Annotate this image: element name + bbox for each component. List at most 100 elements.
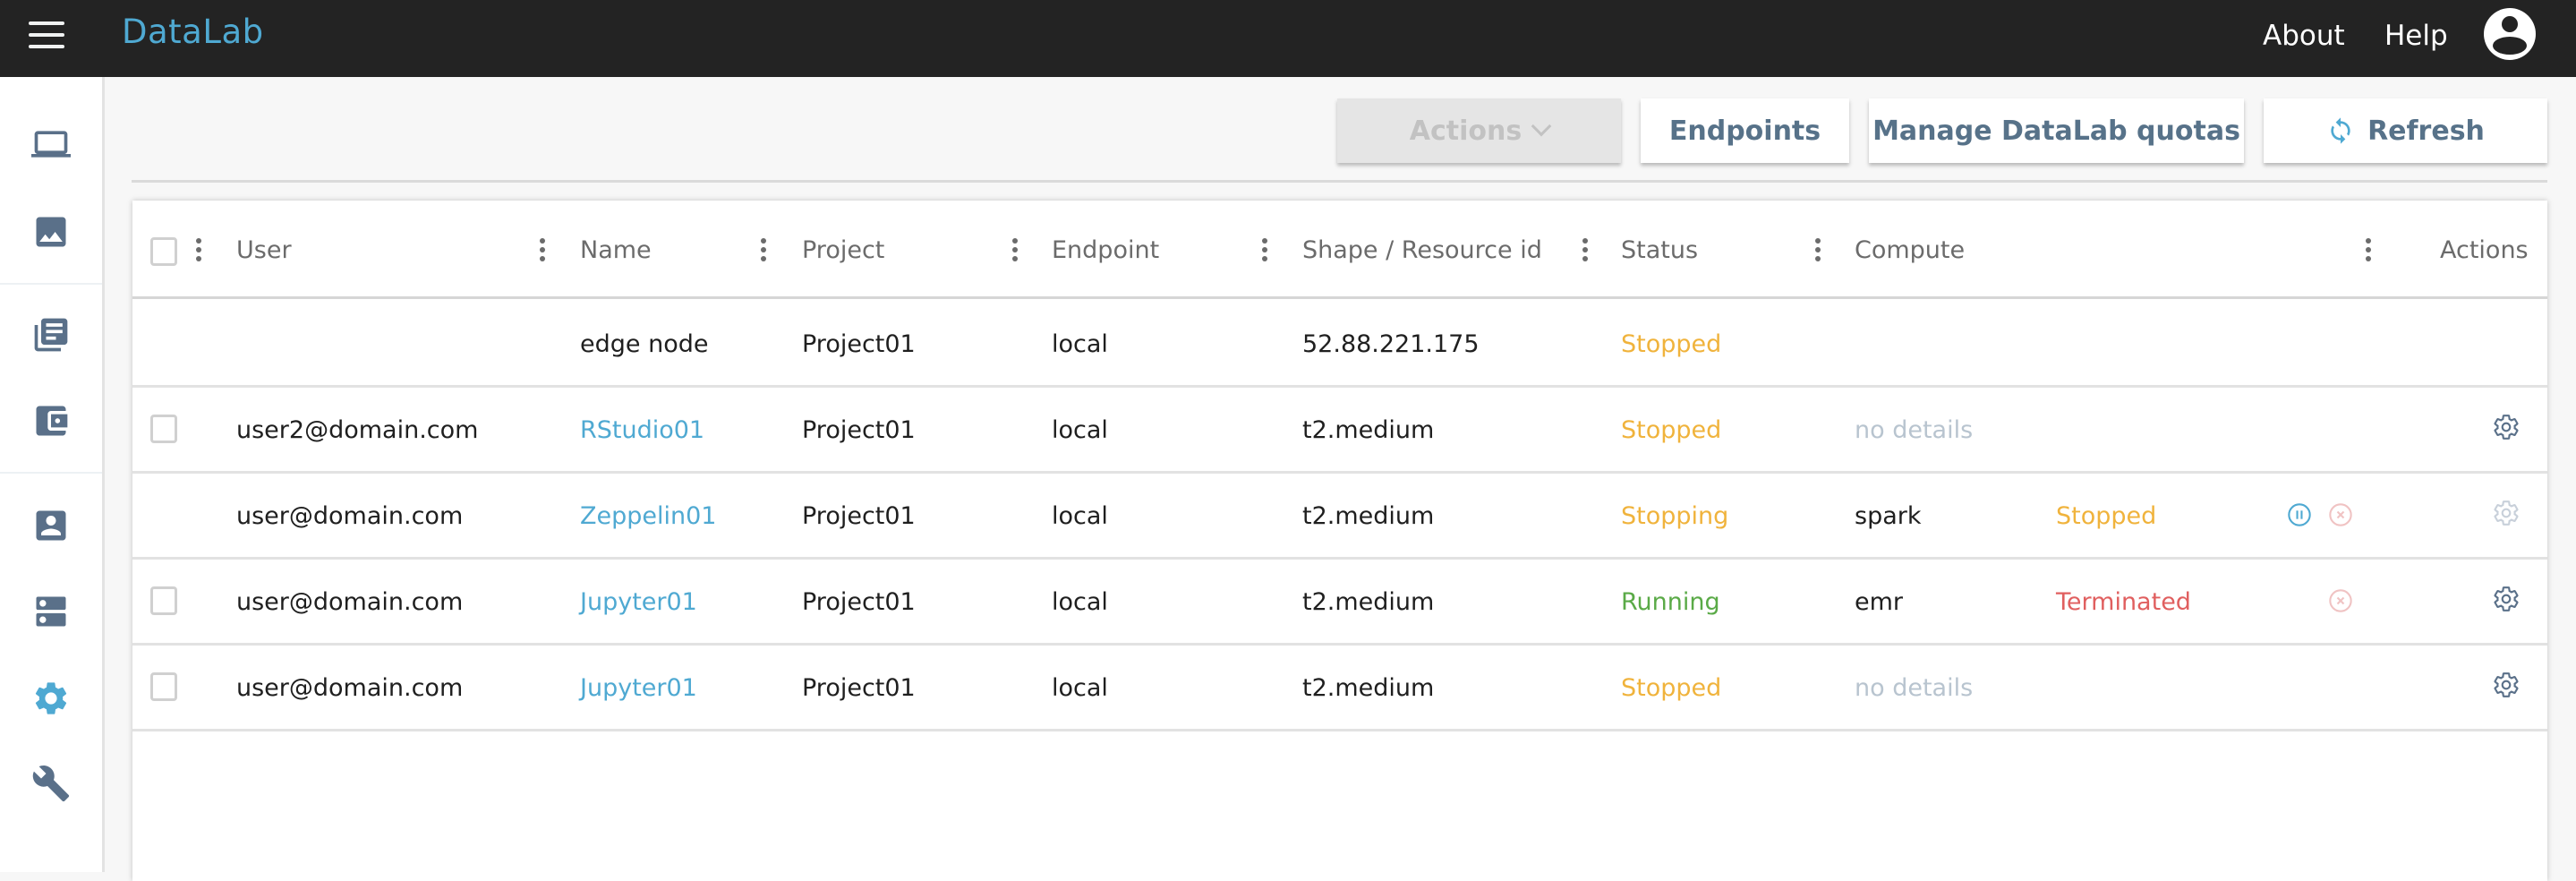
account-box-icon <box>36 510 66 541</box>
cell-endpoint: local <box>1052 330 1108 358</box>
sidebar-divider <box>0 283 102 285</box>
nav-about-link[interactable]: About <box>2263 20 2345 52</box>
wallet-icon <box>36 406 68 436</box>
wrench-icon <box>32 766 70 802</box>
resource-name-link[interactable]: Jupyter01 <box>580 588 697 616</box>
column-menu-icon[interactable] <box>537 236 548 263</box>
column-menu-icon[interactable] <box>2363 236 2374 263</box>
close-circle-icon[interactable] <box>2328 502 2353 527</box>
status-badge: Stopping <box>1621 502 1729 530</box>
status-badge: Stopped <box>1621 674 1722 702</box>
cell-project: Project01 <box>802 416 916 444</box>
cell-project: Project01 <box>802 674 916 702</box>
cell-shape: t2.medium <box>1302 588 1435 616</box>
laptop-icon <box>31 131 71 158</box>
sidebar-item-library[interactable] <box>0 299 102 371</box>
cell-compute: spark <box>1855 502 1922 530</box>
cell-shape: 52.88.221.175 <box>1302 330 1480 358</box>
compute-status-badge: Terminated <box>2056 588 2191 616</box>
resource-name-link[interactable]: RStudio01 <box>580 416 704 444</box>
table-row: user@domain.com Jupyter01 Project01 local t2… <box>132 560 2547 646</box>
table-row: user2@domain.com RStudio01 Project01 local t… <box>132 388 2547 474</box>
header-compute: Compute <box>1855 236 1966 264</box>
sidebar-item-administration[interactable] <box>0 663 102 734</box>
refresh-button[interactable]: Refresh <box>2264 98 2547 163</box>
sidebar-item-users[interactable] <box>0 490 102 561</box>
column-menu-icon[interactable] <box>1010 236 1020 263</box>
row-settings-gear-icon[interactable] <box>2492 671 2521 699</box>
cell-user: user@domain.com <box>236 588 464 616</box>
app-logo[interactable]: DataLab <box>122 13 264 51</box>
resource-name-link[interactable]: Zeppelin01 <box>580 502 716 530</box>
sidebar <box>0 77 105 872</box>
cell-compute: no details <box>1855 674 1974 702</box>
close-circle-icon[interactable] <box>2328 588 2353 613</box>
header-status: Status <box>1621 236 1699 264</box>
cell-compute: no details <box>1855 416 1974 444</box>
hamburger-menu-icon[interactable] <box>29 21 64 48</box>
cell-shape: t2.medium <box>1302 674 1435 702</box>
cell-project: Project01 <box>802 588 916 616</box>
table-row: user@domain.com Jupyter01 Project01 local t2… <box>132 646 2547 731</box>
actions-label: Actions <box>1409 115 1523 147</box>
sidebar-divider <box>0 472 102 474</box>
cell-user: user@domain.com <box>236 502 464 530</box>
refresh-icon <box>2331 117 2350 144</box>
compute-status-badge: Stopped <box>2056 502 2157 530</box>
row-settings-gear-icon[interactable] <box>2492 499 2521 527</box>
resources-table: User Name Project Endpoint Shape / Resou… <box>132 201 2547 881</box>
refresh-label: Refresh <box>2367 115 2485 147</box>
nav-help-link[interactable]: Help <box>2384 20 2448 52</box>
sidebar-item-billing[interactable] <box>0 385 102 457</box>
chevron-down-icon <box>1531 115 1552 137</box>
select-all-checkbox[interactable] <box>150 237 177 266</box>
header-project: Project <box>802 236 885 264</box>
user-account-icon[interactable] <box>2484 8 2536 60</box>
endpoints-label: Endpoints <box>1668 115 1821 147</box>
cell-endpoint: local <box>1052 416 1108 444</box>
header-endpoint: Endpoint <box>1052 236 1160 264</box>
column-menu-icon[interactable] <box>1813 236 1823 263</box>
table-row: edge node Project01 local 52.88.221.175 Stop… <box>132 302 2547 388</box>
status-badge: Stopped <box>1621 330 1722 358</box>
table-row: user@domain.com Zeppelin01 Project01 local t… <box>132 474 2547 560</box>
cell-compute: emr <box>1855 588 1904 616</box>
manage-quotas-button[interactable]: Manage DataLab quotas <box>1869 98 2244 163</box>
image-icon <box>36 217 66 247</box>
cell-endpoint: local <box>1052 588 1108 616</box>
column-menu-icon[interactable] <box>193 236 204 263</box>
cell-name: edge node <box>580 330 709 358</box>
row-checkbox[interactable] <box>150 672 177 701</box>
status-badge: Running <box>1621 588 1720 616</box>
column-menu-icon[interactable] <box>1580 236 1591 263</box>
column-menu-icon[interactable] <box>1259 236 1270 263</box>
header-user: User <box>236 236 292 264</box>
header-name: Name <box>580 236 652 264</box>
cell-user: user@domain.com <box>236 674 464 702</box>
row-settings-gear-icon[interactable] <box>2492 413 2521 441</box>
cell-project: Project01 <box>802 330 916 358</box>
cell-user: user2@domain.com <box>236 416 479 444</box>
status-badge: Stopped <box>1621 416 1722 444</box>
cell-shape: t2.medium <box>1302 416 1435 444</box>
library-icon <box>34 318 68 352</box>
row-checkbox[interactable] <box>150 586 177 615</box>
row-checkbox[interactable] <box>150 415 177 443</box>
actions-dropdown-button[interactable]: Actions <box>1337 98 1621 163</box>
settings-gear-icon <box>35 682 67 714</box>
header-shape: Shape / Resource id <box>1302 236 1542 264</box>
cell-endpoint: local <box>1052 674 1108 702</box>
toolbar-divider <box>132 180 2547 183</box>
table-header: User Name Project Endpoint Shape / Resou… <box>132 201 2547 299</box>
column-menu-icon[interactable] <box>758 236 769 263</box>
row-settings-gear-icon[interactable] <box>2492 585 2521 613</box>
top-navbar: DataLab About Help <box>0 0 2576 77</box>
resource-name-link[interactable]: Jupyter01 <box>580 674 697 702</box>
pause-circle-icon[interactable] <box>2287 502 2312 527</box>
sidebar-item-tools[interactable] <box>0 748 102 819</box>
endpoints-button[interactable]: Endpoints <box>1641 98 1849 163</box>
sidebar-item-resources[interactable] <box>0 108 102 180</box>
sidebar-item-images[interactable] <box>0 196 102 268</box>
sidebar-item-environments[interactable] <box>0 576 102 647</box>
cell-shape: t2.medium <box>1302 502 1435 530</box>
